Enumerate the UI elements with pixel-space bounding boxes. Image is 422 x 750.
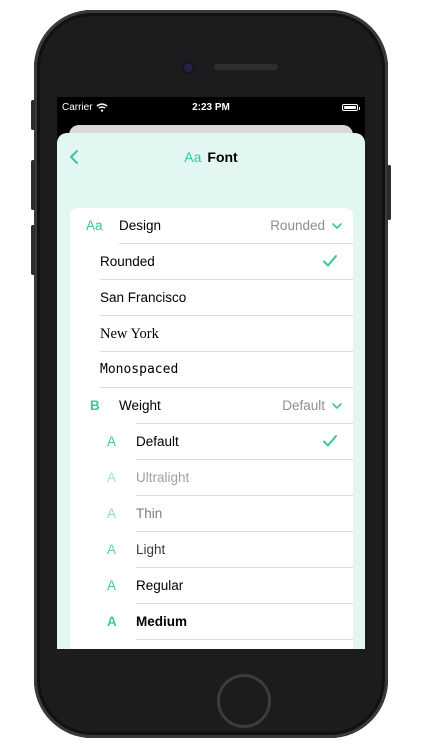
weight-label: Weight xyxy=(119,398,161,413)
weight-option-regular[interactable]: A Regular xyxy=(70,568,353,604)
checkmark-icon xyxy=(323,435,337,447)
weight-value: Default xyxy=(282,398,325,413)
weight-option-label: Medium xyxy=(136,614,188,629)
design-option-new-york[interactable]: New York xyxy=(70,316,353,352)
front-camera xyxy=(184,63,193,72)
volume-up-button xyxy=(31,160,35,210)
weight-option-label: Default xyxy=(136,434,179,449)
weight-icon: B xyxy=(90,398,100,413)
screen: Carrier 2:23 PM Aa Font Aa Design Rounded xyxy=(57,97,365,649)
weight-glyph: A xyxy=(107,578,117,593)
design-option-label: San Francisco xyxy=(100,290,187,305)
weight-glyph: A xyxy=(107,434,117,449)
design-option-san-francisco[interactable]: San Francisco xyxy=(70,280,353,316)
chevron-down-icon xyxy=(332,223,342,229)
weight-option-ultralight[interactable]: A Ultralight xyxy=(70,460,353,496)
weight-option-label: Regular xyxy=(136,578,184,593)
earpiece-speaker xyxy=(214,64,278,70)
row-separator xyxy=(136,639,353,640)
design-option-label: New York xyxy=(100,326,159,342)
font-icon: Aa xyxy=(184,149,202,165)
settings-list: Aa Design Rounded Rounded San Francisco xyxy=(70,208,353,649)
weight-glyph: A xyxy=(107,542,117,557)
weight-option-thin[interactable]: A Thin xyxy=(70,496,353,532)
weight-option-medium[interactable]: A Medium xyxy=(70,604,353,640)
design-option-monospaced[interactable]: Monospaced xyxy=(70,352,353,388)
status-bar: Carrier 2:23 PM xyxy=(57,97,365,119)
battery-icon xyxy=(342,104,360,111)
weight-row[interactable]: B Weight Default xyxy=(70,388,353,424)
weight-option-light[interactable]: A Light xyxy=(70,532,353,568)
nav-title: Aa Font xyxy=(57,149,365,165)
design-value: Rounded xyxy=(270,218,325,233)
status-time: 2:23 PM xyxy=(192,102,230,113)
weight-option-label: Ultralight xyxy=(136,470,190,485)
mute-switch xyxy=(31,100,35,130)
design-label: Design xyxy=(119,218,162,233)
design-option-rounded[interactable]: Rounded xyxy=(70,244,353,280)
design-option-label: Rounded xyxy=(100,254,155,269)
weight-option-default[interactable]: A Default xyxy=(70,424,353,460)
checkmark-icon xyxy=(323,255,337,267)
weight-glyph: A xyxy=(107,470,117,485)
font-sheet: Aa Font Aa Design Rounded Rounded San Fr… xyxy=(57,133,365,649)
weight-option-label: Thin xyxy=(136,506,163,521)
weight-option-label: Light xyxy=(136,542,166,557)
weight-glyph: A xyxy=(107,506,117,521)
design-row[interactable]: Aa Design Rounded xyxy=(70,208,353,244)
chevron-down-icon xyxy=(332,403,342,409)
design-icon: Aa xyxy=(86,218,103,233)
home-button[interactable] xyxy=(217,674,271,728)
nav-title-text: Font xyxy=(207,149,238,165)
volume-down-button xyxy=(31,225,35,275)
design-option-label: Monospaced xyxy=(100,362,179,377)
weight-glyph: A xyxy=(107,614,117,629)
power-button xyxy=(387,165,391,220)
